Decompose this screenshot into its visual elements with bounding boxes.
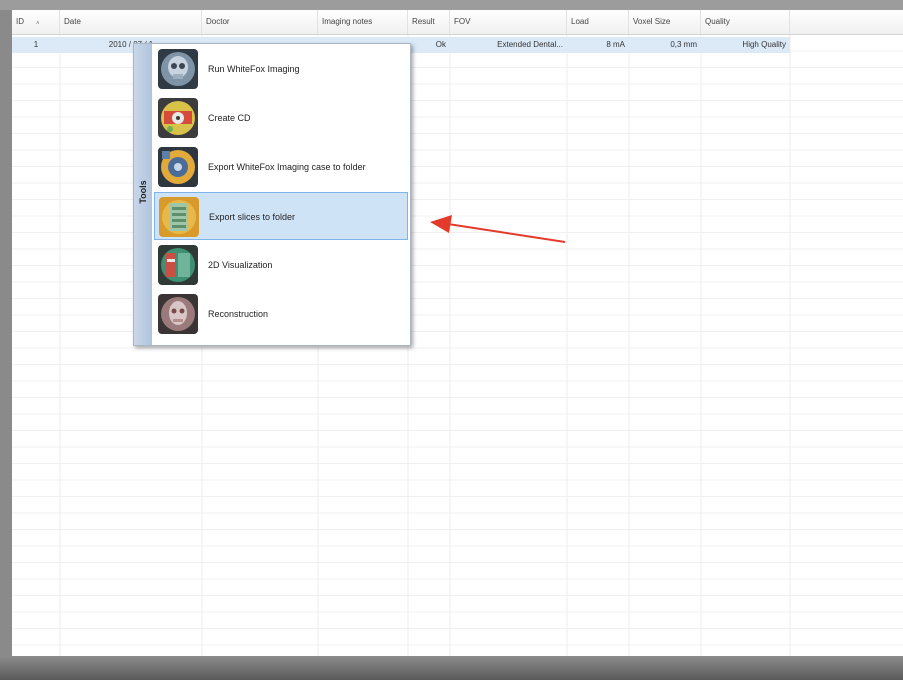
tools-context-menu: Tools Run WhiteFox Imaging Create CD Exp… — [133, 43, 411, 346]
cell-fov: Extended Dental... — [497, 40, 563, 49]
column-header-date[interactable]: Date — [60, 10, 202, 34]
column-header-result[interactable]: Result — [408, 10, 450, 34]
window-frame: ID ˄ Date Doctor Imaging notes Result FOV… — [0, 0, 903, 680]
column-header-doctor[interactable]: Doctor — [202, 10, 318, 34]
cell-load: 8 mA — [606, 40, 625, 49]
column-header-fov[interactable]: FOV — [450, 10, 567, 34]
status-bar — [0, 656, 903, 680]
menu-item-label: Reconstruction — [208, 309, 269, 319]
cell-quality: High Quality — [742, 40, 786, 49]
cell-result: Ok — [435, 40, 446, 49]
menu-item-create-cd[interactable]: Create CD — [154, 94, 408, 142]
menu-item-label: Create CD — [208, 113, 251, 123]
window-top-border — [0, 0, 903, 10]
visualization-2d-icon — [158, 245, 198, 285]
column-header-load[interactable]: Load — [567, 10, 629, 34]
cell-id: 1 — [33, 40, 39, 49]
slices-export-icon — [159, 197, 199, 237]
column-header-voxel-size[interactable]: Voxel Size — [629, 10, 701, 34]
cd-icon — [158, 98, 198, 138]
menu-item-export-slices[interactable]: Export slices to folder — [154, 192, 408, 240]
folder-export-icon — [158, 147, 198, 187]
menu-title-strip: Tools — [134, 44, 152, 345]
column-header-id[interactable]: ID ˄ — [12, 10, 60, 34]
menu-item-label: Export slices to folder — [209, 212, 296, 222]
window-left-border — [0, 10, 12, 670]
grid-header: ID ˄ Date Doctor Imaging notes Result FOV… — [12, 10, 903, 35]
reconstruction-icon — [158, 294, 198, 334]
menu-item-reconstruction[interactable]: Reconstruction — [154, 290, 408, 338]
menu-item-label: 2D Visualization — [208, 260, 273, 270]
column-header-quality[interactable]: Quality — [701, 10, 790, 34]
cell-voxel-size: 0,3 mm — [670, 40, 697, 49]
skull-xray-icon — [158, 49, 198, 89]
sort-arrow-icon: ˄ — [36, 21, 40, 27]
menu-item-label: Export WhiteFox Imaging case to folder — [208, 162, 366, 172]
menu-item-export-case[interactable]: Export WhiteFox Imaging case to folder — [154, 143, 408, 191]
column-header-imaging-notes[interactable]: Imaging notes — [318, 10, 408, 34]
menu-item-2d-visualization[interactable]: 2D Visualization — [154, 241, 408, 289]
menu-title: Tools — [138, 180, 148, 204]
menu-item-run-whitefox-imaging[interactable]: Run WhiteFox Imaging — [154, 45, 408, 93]
menu-item-label: Run WhiteFox Imaging — [208, 64, 300, 74]
